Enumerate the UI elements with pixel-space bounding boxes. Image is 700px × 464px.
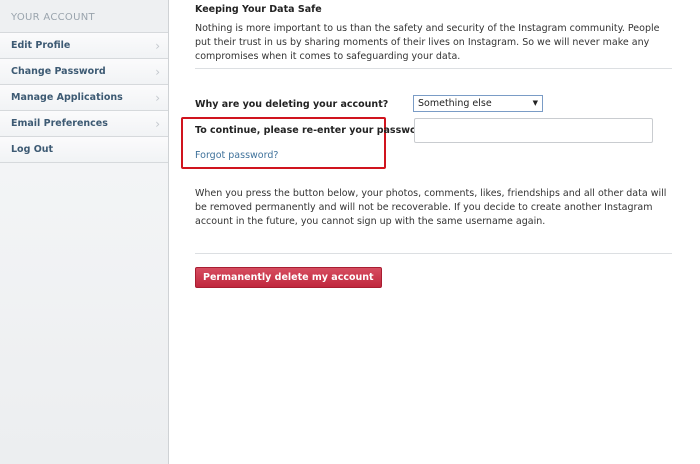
- sidebar-item-label: Email Preferences: [11, 118, 108, 129]
- sidebar-item-label: Edit Profile: [11, 40, 71, 51]
- sidebar-item-log-out[interactable]: Log Out: [0, 137, 168, 163]
- sidebar-item-label: Manage Applications: [11, 92, 123, 103]
- reason-select-value: Something else: [418, 98, 492, 109]
- sidebar-heading: YOUR ACCOUNT: [0, 0, 168, 33]
- sidebar-item-label: Change Password: [11, 66, 106, 77]
- password-input[interactable]: [414, 118, 653, 143]
- divider: [195, 68, 672, 69]
- reason-label: Why are you deleting your account?: [195, 99, 389, 110]
- chevron-right-icon: ›: [155, 91, 160, 105]
- divider: [195, 253, 672, 254]
- chevron-right-icon: ›: [155, 117, 160, 131]
- password-label: To continue, please re-enter your passwo…: [195, 125, 429, 136]
- sidebar-item-change-password[interactable]: Change Password ›: [0, 59, 168, 85]
- dropdown-arrow-icon: ▼: [532, 99, 538, 107]
- chevron-right-icon: ›: [155, 65, 160, 79]
- intro-paragraph: Nothing is more important to us than the…: [195, 23, 660, 62]
- sidebar-item-email-preferences[interactable]: Email Preferences ›: [0, 111, 168, 137]
- sidebar-item-label: Log Out: [11, 144, 54, 155]
- chevron-right-icon: ›: [155, 39, 160, 53]
- delete-account-button[interactable]: Permanently delete my account: [195, 267, 382, 288]
- reason-select[interactable]: Something else ▼: [413, 95, 543, 112]
- section-title: Keeping Your Data Safe: [195, 4, 322, 15]
- warning-paragraph: When you press the button below, your ph…: [195, 188, 667, 227]
- forgot-password-link[interactable]: Forgot password?: [195, 150, 278, 161]
- account-sidebar: YOUR ACCOUNT Edit Profile › Change Passw…: [0, 0, 169, 464]
- sidebar-item-manage-applications[interactable]: Manage Applications ›: [0, 85, 168, 111]
- delete-account-page: YOUR ACCOUNT Edit Profile › Change Passw…: [0, 0, 700, 464]
- sidebar-item-edit-profile[interactable]: Edit Profile ›: [0, 33, 168, 59]
